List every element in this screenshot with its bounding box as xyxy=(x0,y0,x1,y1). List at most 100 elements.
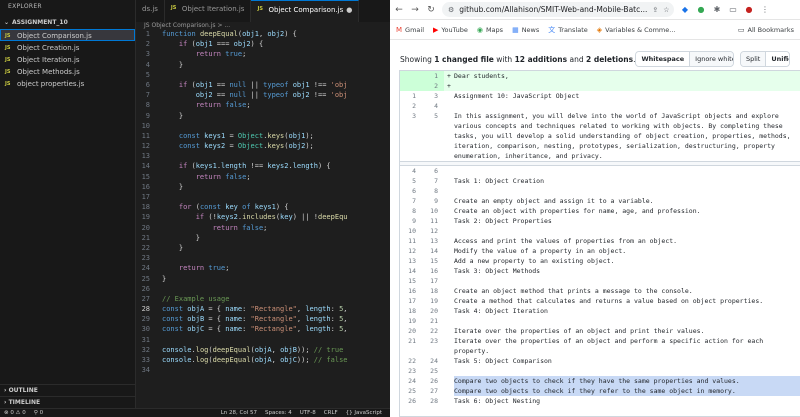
language-mode[interactable]: {} JavaScript xyxy=(346,410,382,416)
tab-object-iteration[interactable]: JS Object Iteration.js xyxy=(165,0,252,22)
encoding[interactable]: UTF-8 xyxy=(300,410,316,416)
share-icon[interactable]: ⇪ xyxy=(652,6,658,14)
old-line-number[interactable]: 17 xyxy=(400,296,422,306)
new-line-number[interactable]: 27 xyxy=(422,386,444,396)
diff-line[interactable]: 24 26 Compare two objects to check if they… xyxy=(400,376,800,386)
star-icon[interactable]: ☆ xyxy=(663,6,669,14)
new-line-number[interactable]: 5 xyxy=(422,111,444,161)
old-line-number[interactable]: 4 xyxy=(400,166,422,176)
bookmark-variables[interactable]: ◈ Variables & Comme... xyxy=(597,26,676,34)
site-info-icon[interactable]: ⚙ xyxy=(448,6,454,14)
folder-header[interactable]: ⌄ ASSIGNMENT_10 xyxy=(0,17,135,29)
diff-line[interactable]: 5 7 Task 1: Object Creation xyxy=(400,176,800,186)
avatar[interactable]: ● xyxy=(744,5,754,14)
old-line-number[interactable]: 1 xyxy=(400,91,422,101)
old-line-number[interactable]: 8 xyxy=(400,206,422,216)
diff-line[interactable]: 8 10 Create an object with properties for … xyxy=(400,206,800,216)
line-ending[interactable]: CRLF xyxy=(324,410,338,416)
file-item-object-creation[interactable]: JS Object Creation.js xyxy=(0,41,135,53)
bookmark-gmail[interactable]: M Gmail xyxy=(396,26,424,34)
old-line-number[interactable]: 21 xyxy=(400,336,422,356)
diff-line[interactable]: 17 19 Create a method that calculates and … xyxy=(400,296,800,306)
new-line-number[interactable]: 13 xyxy=(422,236,444,246)
new-line-number[interactable]: 25 xyxy=(422,366,444,376)
diff-line[interactable]: 23 25 xyxy=(400,366,800,376)
diff-line[interactable]: 1 3 Assignment 10: JavaScript Object xyxy=(400,91,800,101)
extension-icon-2[interactable]: ● xyxy=(696,5,706,14)
old-line-number[interactable]: 6 xyxy=(400,186,422,196)
new-line-number[interactable]: 12 xyxy=(422,226,444,236)
ignore-whitespace-button[interactable]: Ignore whitespace xyxy=(690,52,733,66)
old-line-number[interactable]: 7 xyxy=(400,196,422,206)
diff-line[interactable]: 18 20 Task 4: Object Iteration xyxy=(400,306,800,316)
indentation[interactable]: Spaces: 4 xyxy=(265,410,292,416)
old-line-number[interactable]: 14 xyxy=(400,266,422,276)
diff-line[interactable]: 19 21 xyxy=(400,316,800,326)
diff-line[interactable]: 2 + xyxy=(400,81,800,91)
code-editor[interactable]: JS Object Comparison.js > ... 1 function … xyxy=(136,22,390,408)
old-line-number[interactable]: 26 xyxy=(400,396,422,406)
forward-icon[interactable]: → xyxy=(410,5,420,15)
tab-object-comparison[interactable]: JS Object Comparison.js ● xyxy=(251,0,360,22)
problems-indicator[interactable]: ⊗ 0 ⚠ 0 xyxy=(4,410,26,416)
diff-line[interactable]: 20 22 Iterate over the properties of an ob… xyxy=(400,326,800,336)
file-item-object-comparison[interactable]: JS Object Comparison.js xyxy=(0,29,135,41)
old-line-number[interactable]: 12 xyxy=(400,246,422,256)
diff-line[interactable]: 24 xyxy=(400,101,800,111)
back-icon[interactable]: ← xyxy=(394,5,404,15)
bookmark-translate[interactable]: 文 Translate xyxy=(548,25,588,35)
new-line-number[interactable]: 4 xyxy=(422,101,444,111)
new-line-number[interactable]: 21 xyxy=(422,316,444,326)
extension-icon[interactable]: ◆ xyxy=(680,5,690,14)
new-line-number[interactable]: 14 xyxy=(422,246,444,256)
tab-ds[interactable]: ds.js xyxy=(136,0,165,22)
diff-line[interactable]: 12 14 Modify the value of a property in an… xyxy=(400,246,800,256)
bookmark-maps[interactable]: ◉ Maps xyxy=(477,26,503,34)
diff-line[interactable]: 7 9 Create an empty object and assign it t… xyxy=(400,196,800,206)
diff-line[interactable]: 3 5 In this assignment, you will delve int… xyxy=(400,111,800,161)
new-line-number[interactable]: 18 xyxy=(422,286,444,296)
bookmark-youtube[interactable]: ▶ YouTube xyxy=(433,26,468,34)
new-line-number[interactable]: 23 xyxy=(422,336,444,356)
new-line-number[interactable]: 26 xyxy=(422,376,444,386)
old-line-number[interactable]: 22 xyxy=(400,356,422,366)
old-line-number[interactable]: 25 xyxy=(400,386,422,396)
new-line-number[interactable]: 1 xyxy=(422,71,444,81)
old-line-number[interactable]: 16 xyxy=(400,286,422,296)
unified-button[interactable]: Unified xyxy=(766,52,789,66)
new-line-number[interactable]: 6 xyxy=(422,166,444,176)
new-line-number[interactable]: 7 xyxy=(422,176,444,186)
new-line-number[interactable]: 17 xyxy=(422,276,444,286)
old-line-number[interactable]: 23 xyxy=(400,366,422,376)
old-line-number[interactable]: 10 xyxy=(400,226,422,236)
unsaved-dot-icon[interactable]: ● xyxy=(346,6,352,22)
new-line-number[interactable]: 8 xyxy=(422,186,444,196)
diff-line[interactable]: 1 + Dear students, xyxy=(400,71,800,81)
diff-line[interactable]: 16 18 Create an object method that prints … xyxy=(400,286,800,296)
diff-line[interactable]: 14 16 Task 3: Object Methods xyxy=(400,266,800,276)
diff-line[interactable]: 9 11 Task 2: Object Properties xyxy=(400,216,800,226)
new-line-number[interactable]: 11 xyxy=(422,216,444,226)
old-line-number[interactable]: 20 xyxy=(400,326,422,336)
new-line-number[interactable]: 15 xyxy=(422,256,444,266)
old-line-number[interactable]: 2 xyxy=(400,101,422,111)
file-item-object-methods[interactable]: JS Object Methods.js xyxy=(0,65,135,77)
timeline-section[interactable]: › TIMELINE xyxy=(0,396,136,408)
split-button[interactable]: Split xyxy=(740,52,767,66)
old-line-number[interactable] xyxy=(400,71,422,81)
diff-line[interactable]: 46 xyxy=(400,166,800,176)
ports-indicator[interactable]: ⚲ 0 xyxy=(34,410,43,416)
new-line-number[interactable]: 9 xyxy=(422,196,444,206)
diff-line[interactable]: 25 27 Compare two objects to check if they… xyxy=(400,386,800,396)
diff-line[interactable]: 11 13 Access and print the values of prope… xyxy=(400,236,800,246)
diff-line[interactable]: 68 xyxy=(400,186,800,196)
old-line-number[interactable]: 18 xyxy=(400,306,422,316)
sidepanel-icon[interactable]: ▭ xyxy=(728,5,738,14)
outline-section[interactable]: › OUTLINE xyxy=(0,384,136,396)
diff-line[interactable]: 21 23 Iterate over the properties of an ob… xyxy=(400,336,800,356)
old-line-number[interactable]: 5 xyxy=(400,176,422,186)
old-line-number[interactable]: 11 xyxy=(400,236,422,246)
new-line-number[interactable]: 3 xyxy=(422,91,444,101)
new-line-number[interactable]: 19 xyxy=(422,296,444,306)
reload-icon[interactable]: ↻ xyxy=(426,5,436,15)
